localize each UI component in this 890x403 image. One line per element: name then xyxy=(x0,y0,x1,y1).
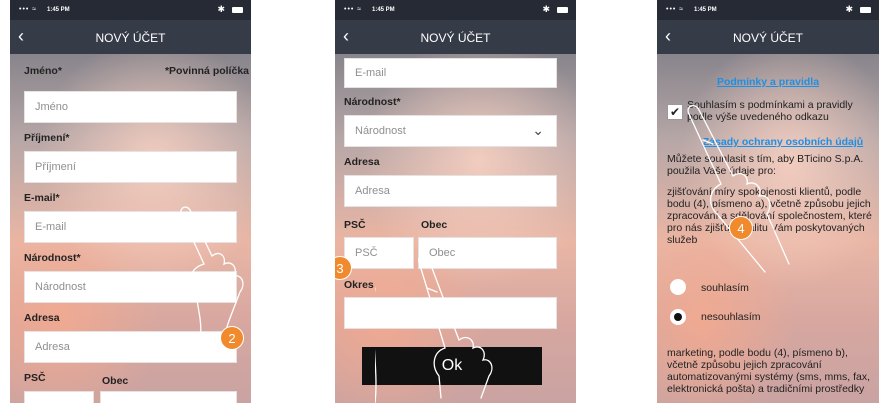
signal-icon: ••• ≈ xyxy=(344,6,363,13)
consent-checkbox[interactable]: ✔ xyxy=(667,104,683,120)
address-label: Adresa xyxy=(24,312,60,324)
nationality-select[interactable]: Národnost xyxy=(24,271,237,303)
nav-bar: ‹ NOVÝ ÚČET xyxy=(10,20,251,54)
bluetooth-icon: ✱ xyxy=(542,4,550,14)
status-time: 1:45 PM xyxy=(372,7,395,13)
email-label: E-mail* xyxy=(24,192,60,204)
battery-icon xyxy=(557,7,568,13)
bluetooth-icon: ✱ xyxy=(845,4,853,14)
status-bar: ••• ≈ 1:45 PM ✱ xyxy=(335,0,576,20)
signal-icon: ••• ≈ xyxy=(19,6,38,13)
signal-icon: ••• ≈ xyxy=(666,6,685,13)
privacy-link[interactable]: Zásady ochrany osobních údajů xyxy=(687,136,879,148)
nationality-label: Národnost* xyxy=(344,96,401,108)
status-bar: ••• ≈ 1:45 PM ✱ xyxy=(10,0,251,20)
okres-label: Okres xyxy=(344,279,374,291)
page-title: NOVÝ ÚČET xyxy=(732,31,803,45)
nationality-label: Národnost* xyxy=(24,252,81,264)
email-input[interactable]: E-mail xyxy=(24,211,237,243)
disagree-label: nesouhlasím xyxy=(701,311,761,323)
address-label: Adresa xyxy=(344,156,380,168)
obec-input[interactable] xyxy=(100,391,237,403)
battery-icon xyxy=(232,7,243,13)
ok-button[interactable]: Ok xyxy=(362,347,542,385)
nationality-select[interactable]: Národnost ⌄ xyxy=(344,115,557,147)
okres-input[interactable] xyxy=(344,297,557,329)
chevron-down-icon: ⌄ xyxy=(532,122,544,138)
disagree-radio[interactable] xyxy=(670,309,686,325)
name-input[interactable]: Jméno xyxy=(24,91,237,123)
nav-bar: ‹ NOVÝ ÚČET xyxy=(335,20,576,54)
name-label: Jméno* xyxy=(24,65,62,77)
address-input[interactable]: Adresa xyxy=(344,175,557,207)
page-title: NOVÝ ÚČET xyxy=(95,31,166,45)
nav-bar: ‹ NOVÝ ÚČET xyxy=(657,20,879,54)
phone-screen-3: ••• ≈ 1:45 PM ✱ ‹ NOVÝ ÚČET Podmínky a p… xyxy=(657,0,879,403)
agree-radio[interactable] xyxy=(670,279,686,295)
privacy-paragraph-2: zjišťování míry spokojenosti klientů, po… xyxy=(667,186,872,246)
agree-label: souhlasím xyxy=(701,282,749,294)
bluetooth-icon: ✱ xyxy=(217,4,225,14)
battery-icon xyxy=(860,7,871,13)
obec-label: Obec xyxy=(102,375,129,387)
status-bar: ••• ≈ 1:45 PM ✱ xyxy=(657,0,879,20)
phone-screen-1: ••• ≈ 1:45 PM ✱ ‹ NOVÝ ÚČET Jméno* *Povi… xyxy=(10,0,251,403)
privacy-paragraph-1: Můžete souhlasit s tím, aby BTicino S.p.… xyxy=(667,153,864,177)
status-time: 1:45 PM xyxy=(694,7,717,13)
consent-text: Souhlasím s podmínkami a pravidly podle … xyxy=(687,99,853,123)
address-input[interactable]: Adresa xyxy=(24,331,237,363)
psc-label: PSČ xyxy=(344,219,366,231)
required-note: *Povinná políčka xyxy=(164,65,249,77)
nationality-value: Národnost xyxy=(355,125,406,137)
psc-input[interactable]: PSČ xyxy=(344,237,414,269)
phone-screen-2: ••• ≈ 1:45 PM ✱ ‹ NOVÝ ÚČET E-mail Národ… xyxy=(335,0,576,403)
marketing-paragraph: marketing, podle bodu (4), písmeno b), v… xyxy=(667,347,871,395)
psc-input[interactable] xyxy=(24,391,94,403)
obec-input[interactable]: Obec xyxy=(418,237,557,269)
step-badge: 2 xyxy=(220,326,244,350)
email-input[interactable]: E-mail xyxy=(344,58,557,88)
obec-label: Obec xyxy=(421,219,448,231)
surname-label: Příjmení* xyxy=(24,132,70,144)
status-time: 1:45 PM xyxy=(47,7,70,13)
terms-link[interactable]: Podmínky a pravidla xyxy=(657,76,879,88)
page-title: NOVÝ ÚČET xyxy=(420,31,491,45)
step-badge: 4 xyxy=(729,216,753,240)
psc-label: PSČ xyxy=(24,372,46,384)
surname-input[interactable]: Příjmení xyxy=(24,151,237,183)
